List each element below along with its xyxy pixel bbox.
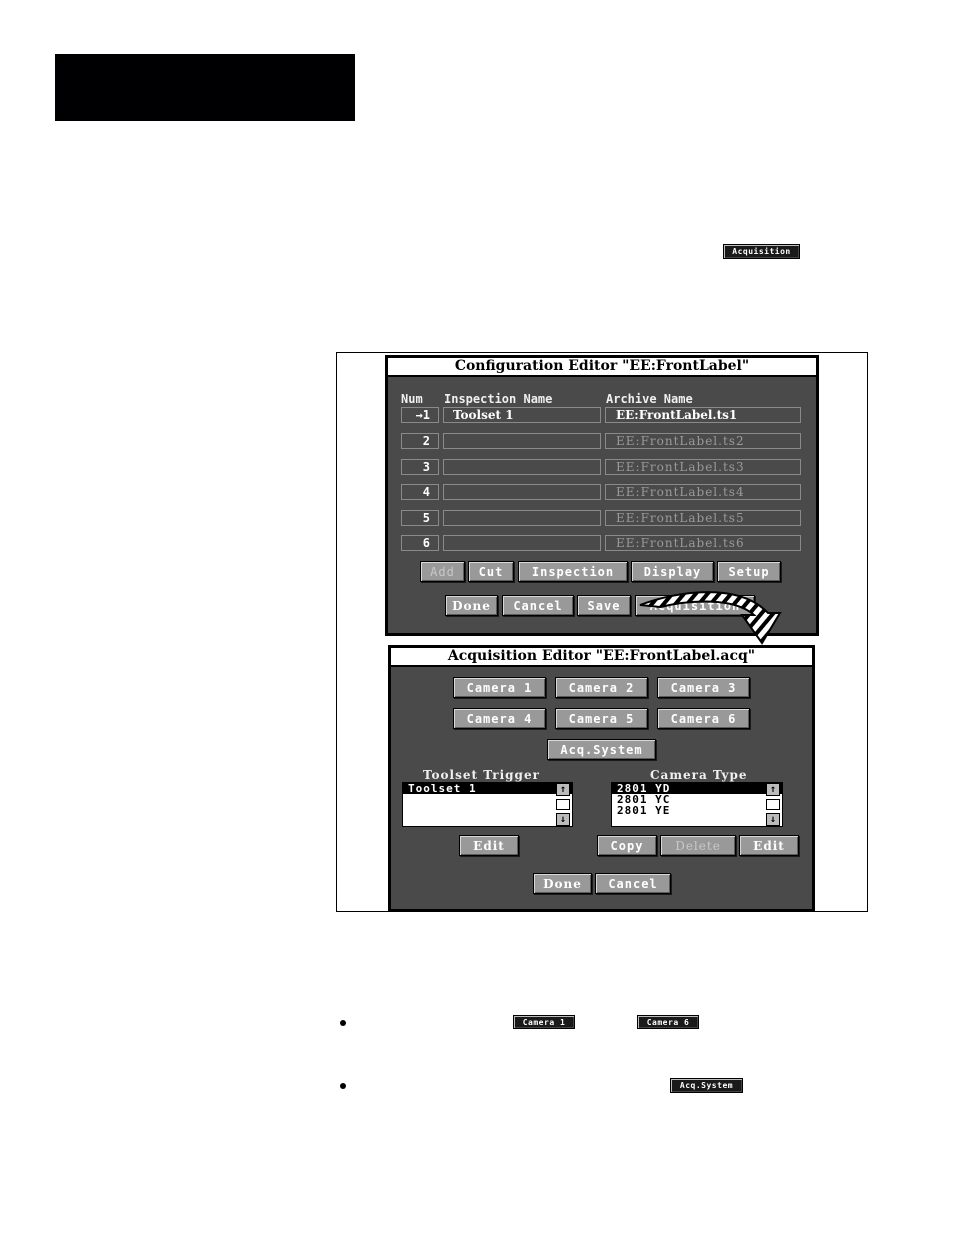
scroll-up-icon[interactable]: ↑ [556, 783, 570, 796]
display-button[interactable]: Display [631, 561, 714, 582]
row-archive-name-2: EE:FrontLabel.ts2 [605, 433, 801, 449]
row-archive-name-1[interactable]: EE:FrontLabel.ts1 [605, 407, 801, 423]
camera-type-edit-button[interactable]: Edit [739, 835, 799, 856]
inline-camera-6-button-image: Camera 6 [637, 1015, 699, 1029]
toolset-trigger-edit-button[interactable]: Edit [459, 835, 519, 856]
inspection-button[interactable]: Inspection [518, 561, 628, 582]
acq-system-button[interactable]: Acq.System [547, 739, 656, 760]
scroll-thumb[interactable] [556, 799, 570, 810]
row-num-3[interactable]: 3 [401, 459, 439, 475]
toolset-trigger-label: Toolset Trigger [423, 768, 540, 782]
scroll-thumb[interactable] [766, 799, 780, 810]
row-inspection-name-6[interactable] [443, 535, 601, 551]
add-button[interactable]: Add [420, 561, 465, 582]
camera-1-button[interactable]: Camera 1 [453, 677, 546, 698]
acq-cancel-button[interactable]: Cancel [595, 873, 671, 894]
camera-6-button[interactable]: Camera 6 [657, 708, 750, 729]
row-archive-name-3: EE:FrontLabel.ts3 [605, 459, 801, 475]
camera-3-button[interactable]: Camera 3 [657, 677, 750, 698]
toolset-trigger-item[interactable]: Toolset 1 [403, 783, 572, 794]
scroll-down-icon[interactable]: ↓ [556, 813, 570, 826]
acq-done-button[interactable]: Done [533, 873, 592, 894]
chapter-header-block [55, 54, 355, 121]
toolset-trigger-listbox[interactable]: Toolset 1 ↑ ↓ [402, 782, 573, 827]
row-num-1[interactable]: →1 [401, 407, 439, 423]
inline-camera-1-button-image: Camera 1 [513, 1015, 575, 1029]
row-inspection-name-5[interactable] [443, 510, 601, 526]
row-archive-name-4: EE:FrontLabel.ts4 [605, 484, 801, 500]
row-num-5[interactable]: 5 [401, 510, 439, 526]
row-inspection-name-1[interactable]: Toolset 1 [443, 407, 601, 423]
camera-type-label: Camera Type [650, 768, 748, 782]
inline-acq-system-button-image: Acq.System [670, 1078, 743, 1093]
column-header-archive-name: Archive Name [606, 392, 693, 406]
toolset-trigger-scrollbar[interactable]: ↑ ↓ [556, 783, 572, 826]
row-num-4[interactable]: 4 [401, 484, 439, 500]
bullet-point [340, 1020, 346, 1026]
scroll-up-icon[interactable]: ↑ [766, 783, 780, 796]
column-header-inspection-name: Inspection Name [444, 392, 553, 406]
row-archive-name-5: EE:FrontLabel.ts5 [605, 510, 801, 526]
camera-type-scrollbar[interactable]: ↑ ↓ [766, 783, 782, 826]
camera-5-button[interactable]: Camera 5 [555, 708, 648, 729]
column-header-num: Num [401, 392, 423, 406]
scroll-down-icon[interactable]: ↓ [766, 813, 780, 826]
arrow-shape [639, 591, 782, 645]
setup-button[interactable]: Setup [717, 561, 781, 582]
row-inspection-name-4[interactable] [443, 484, 601, 500]
row-num-6[interactable]: 6 [401, 535, 439, 551]
bullet-point [340, 1083, 346, 1089]
flow-arrow-icon [639, 591, 782, 645]
row-inspection-name-3[interactable] [443, 459, 601, 475]
acquisition-editor-title: Acquisition Editor "EE:FrontLabel.acq" [391, 648, 812, 667]
cut-button[interactable]: Cut [468, 561, 514, 582]
camera-2-button[interactable]: Camera 2 [555, 677, 648, 698]
camera-4-button[interactable]: Camera 4 [453, 708, 546, 729]
inline-acquisition-button-image: Acquisition [723, 244, 800, 259]
row-inspection-name-2[interactable] [443, 433, 601, 449]
row-archive-name-6: EE:FrontLabel.ts6 [605, 535, 801, 551]
camera-type-item[interactable]: 2801 YE [612, 805, 782, 816]
row-num-2[interactable]: 2 [401, 433, 439, 449]
camera-type-delete-button[interactable]: Delete [660, 835, 736, 856]
acquisition-editor-window: Acquisition Editor "EE:FrontLabel.acq" C… [388, 645, 815, 912]
cancel-button[interactable]: Cancel [502, 595, 574, 616]
done-button[interactable]: Done [445, 595, 498, 616]
save-button[interactable]: Save [577, 595, 631, 616]
camera-type-listbox[interactable]: 2801 YD 2801 YC 2801 YE ↑ ↓ [611, 782, 783, 827]
camera-type-copy-button[interactable]: Copy [597, 835, 657, 856]
configuration-editor-title: Configuration Editor "EE:FrontLabel" [388, 358, 816, 377]
